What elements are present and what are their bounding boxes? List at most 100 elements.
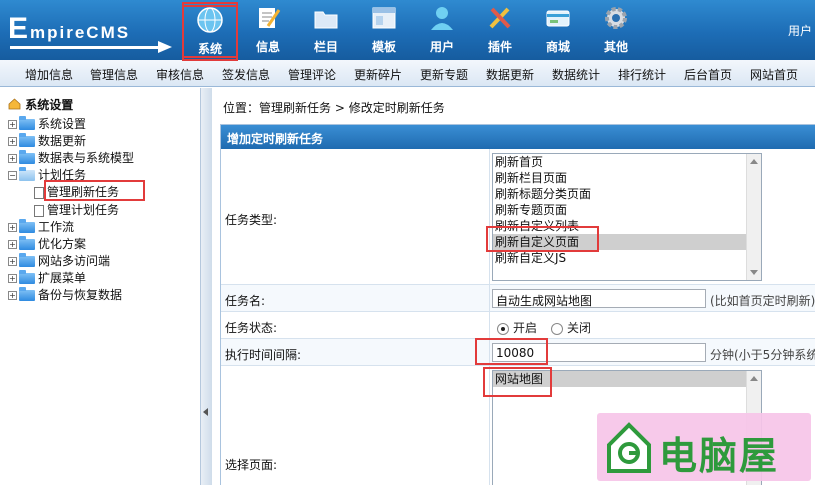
nav-info-label: 信息 <box>255 40 280 54</box>
nav-template[interactable]: 模板 <box>356 2 412 58</box>
tree-item-data-update[interactable]: + 数据更新 <box>8 132 86 148</box>
quick-menu-item[interactable]: 数据更新 <box>486 66 534 83</box>
user-icon <box>431 7 453 30</box>
tree-root[interactable]: 系统设置 <box>8 96 73 113</box>
folder-icon <box>19 287 35 301</box>
house-icon <box>607 422 651 473</box>
task-name-input[interactable]: 自动生成网站地图 <box>492 289 706 308</box>
nav-shop-label: 商城 <box>545 40 570 54</box>
quick-menu-item[interactable]: 管理评论 <box>288 66 336 83</box>
quick-menu-item[interactable]: 后台首页 <box>684 66 732 83</box>
folder-icon <box>19 219 35 233</box>
row-task-status: 任务状态: 开启 关闭 <box>221 312 815 339</box>
scroll-down-icon[interactable] <box>750 270 758 275</box>
quick-menu-item[interactable]: 增加信息 <box>25 66 73 83</box>
folder-icon <box>314 11 338 29</box>
scroll-up-icon[interactable] <box>750 159 758 164</box>
watermark-text: 电脑屋 <box>659 434 780 478</box>
form-title: 增加定时刷新任务 <box>221 125 815 149</box>
nav-column-label: 栏目 <box>313 40 338 54</box>
highlight-box-page <box>483 367 552 397</box>
breadcrumb: 位置：管理刷新任务 > 修改定时刷新任务 <box>223 101 445 115</box>
quick-menu-item[interactable]: 管理信息 <box>90 66 138 83</box>
scroll-up-icon[interactable] <box>750 376 758 381</box>
nav-plugin[interactable]: 插件 <box>472 2 528 58</box>
quick-menu-item[interactable]: 更新碎片 <box>354 66 402 83</box>
expand-icon[interactable]: + <box>8 120 17 129</box>
folder-open-icon <box>19 167 35 181</box>
nav-shop[interactable]: 商城 <box>530 2 586 58</box>
task-type-option[interactable]: 刷新栏目页面 <box>493 170 761 186</box>
expand-icon[interactable]: + <box>8 137 17 146</box>
tree-item-system-settings[interactable]: + 系统设置 <box>8 115 86 131</box>
expand-icon[interactable]: + <box>8 274 17 283</box>
quick-menu-item[interactable]: 签发信息 <box>222 66 270 83</box>
expand-icon[interactable]: + <box>8 154 17 163</box>
nav-column[interactable]: 栏目 <box>298 2 354 58</box>
collapse-icon[interactable]: − <box>8 171 17 180</box>
tree-item-workflow[interactable]: + 工作流 <box>8 218 74 234</box>
tree-item-manage-plan-tasks[interactable]: 管理计划任务 <box>34 201 119 217</box>
expand-icon[interactable]: + <box>8 240 17 249</box>
task-name-hint: (比如首页定时刷新) <box>710 294 815 308</box>
sidebar-splitter[interactable] <box>200 88 212 485</box>
task-type-listbox[interactable]: 刷新首页 刷新栏目页面 刷新标题分类页面 刷新专题页面 刷新自定义列表 刷新自定… <box>492 153 762 281</box>
quick-menu-item[interactable]: 审核信息 <box>156 66 204 83</box>
expand-icon[interactable]: + <box>8 257 17 266</box>
gear-icon <box>605 7 627 29</box>
interval-label: 执行时间间隔: <box>225 348 302 362</box>
logo-arrow-icon <box>158 41 172 53</box>
tree-item-multi-access[interactable]: + 网站多访问端 <box>8 252 110 268</box>
nav-user[interactable]: 用户 <box>414 2 470 58</box>
task-type-option[interactable]: 刷新自定义JS <box>493 250 761 266</box>
document-icon <box>34 186 44 199</box>
radio-checked-icon[interactable] <box>497 322 509 335</box>
logo-underline <box>10 46 160 49</box>
tree-item-extended-menu[interactable]: + 扩展菜单 <box>8 269 86 285</box>
nav-info[interactable]: 信息 <box>240 2 296 58</box>
breadcrumb-current: 修改定时刷新任务 <box>348 101 445 115</box>
highlight-box-option <box>486 226 599 252</box>
status-off-radio[interactable]: 关闭 <box>551 319 591 336</box>
tree-item-backup-restore[interactable]: + 备份与恢复数据 <box>8 286 122 302</box>
tree-item-optimization[interactable]: + 优化方案 <box>8 235 86 251</box>
nav-other[interactable]: 其他 <box>588 2 644 58</box>
quick-menu-item[interactable]: 网站首页 <box>750 66 798 83</box>
quick-menu-item[interactable]: 数据统计 <box>552 66 600 83</box>
listbox-scrollbar[interactable] <box>746 154 761 280</box>
quick-menu-item[interactable]: 更新专题 <box>420 66 468 83</box>
nav-other-label: 其他 <box>603 40 628 54</box>
task-name-label: 任务名: <box>225 294 266 308</box>
edit-icon <box>259 8 281 28</box>
task-type-option[interactable]: 刷新首页 <box>493 154 761 170</box>
tools-icon <box>489 7 511 29</box>
status-on-radio[interactable]: 开启 <box>497 319 537 336</box>
nav-plugin-label: 插件 <box>487 40 512 54</box>
expand-icon[interactable]: + <box>8 291 17 300</box>
folder-icon <box>19 270 35 284</box>
task-type-option[interactable]: 刷新专题页面 <box>493 202 761 218</box>
row-task-type: 任务类型: 刷新首页 刷新栏目页面 刷新标题分类页面 刷新专题页面 刷新自定义列… <box>221 149 815 285</box>
empirecms-logo[interactable]: EmpireCMS <box>8 6 178 53</box>
folder-icon <box>19 236 35 250</box>
user-label[interactable]: 用户 <box>788 22 812 39</box>
interval-hint: 分钟(小于5分钟系统 <box>710 348 815 362</box>
highlight-box-interval <box>475 338 548 365</box>
task-type-option[interactable]: 刷新标题分类页面 <box>493 186 761 202</box>
collapse-arrow-icon[interactable] <box>203 408 208 416</box>
highlight-box <box>44 180 145 201</box>
tree-root-label: 系统设置 <box>25 98 74 112</box>
folder-icon <box>19 150 35 164</box>
nav-template-label: 模板 <box>371 40 396 54</box>
row-task-name: 任务名: 自动生成网站地图 (比如首页定时刷新) <box>221 285 815 312</box>
tree-item-data-tables[interactable]: + 数据表与系统模型 <box>8 149 134 165</box>
card-icon <box>546 10 570 27</box>
logo-text: EmpireCMS <box>8 12 131 45</box>
document-icon <box>34 204 44 217</box>
highlight-box-nav <box>182 5 238 61</box>
breadcrumb-link[interactable]: 管理刷新任务 <box>259 101 331 115</box>
quick-menu-item[interactable]: 排行统计 <box>618 66 666 83</box>
expand-icon[interactable]: + <box>8 223 17 232</box>
radio-unchecked-icon[interactable] <box>551 322 563 335</box>
window-icon <box>372 7 396 29</box>
